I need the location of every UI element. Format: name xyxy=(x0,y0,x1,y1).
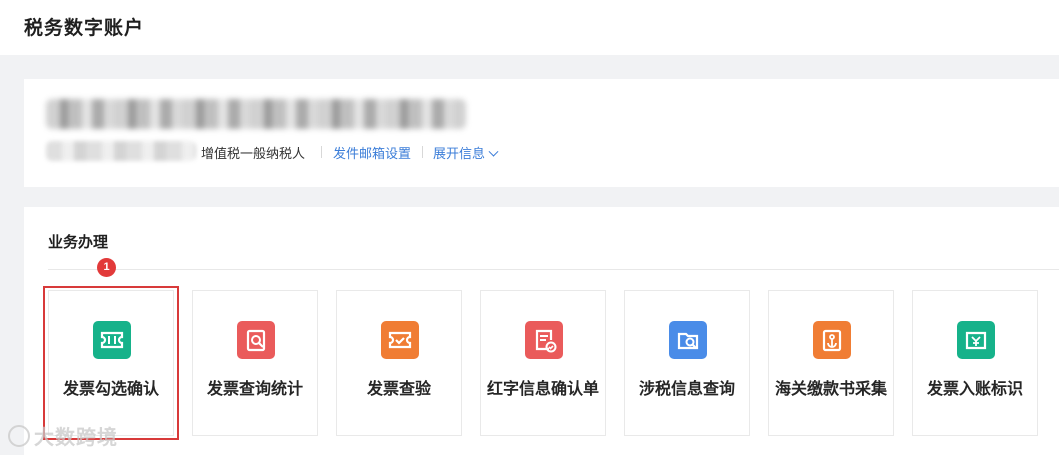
tile-label: 发票查验 xyxy=(366,381,431,398)
tile-label: 发票入账标识 xyxy=(926,381,1023,398)
tile-red-info-confirmation[interactable]: 红字信息确认单 xyxy=(480,290,606,436)
expand-info-link[interactable]: 展开信息 xyxy=(433,143,499,162)
blurred-tax-id xyxy=(46,141,196,161)
blurred-company-name xyxy=(46,99,466,129)
watermark-logo-icon xyxy=(8,425,30,447)
section-divider xyxy=(48,269,1059,270)
tile-label: 发票勾选确认 xyxy=(62,381,159,398)
tile-label: 发票查询统计 xyxy=(206,381,303,398)
tile-label: 涉税信息查询 xyxy=(638,381,735,398)
chevron-down-icon xyxy=(488,146,499,157)
divider xyxy=(321,146,322,158)
folder-search-icon xyxy=(669,321,707,359)
tile-label: 海关缴款书采集 xyxy=(775,381,888,398)
divider xyxy=(422,146,423,158)
tile-invoice-verification[interactable]: 发票查验 xyxy=(336,290,462,436)
account-info-card: 增值税一般纳税人 发件邮箱设置 展开信息 xyxy=(24,79,1059,187)
email-settings-link[interactable]: 发件邮箱设置 xyxy=(333,143,411,162)
taxpayer-type-label: 增值税一般纳税人 xyxy=(201,146,306,161)
business-card: 业务办理 1 发票勾选确认 发票查询统计 发票查验 红字信息确认单 涉税信息查询 xyxy=(24,207,1059,455)
document-search-icon xyxy=(237,321,275,359)
document-check-icon xyxy=(525,321,563,359)
tile-customs-payment-collection[interactable]: 海关缴款书采集 xyxy=(768,290,894,436)
tile-invoice-accounting-mark[interactable]: 发票入账标识 xyxy=(912,290,1038,436)
page-title: 税务数字账户 xyxy=(24,18,145,39)
inbox-ticket-icon xyxy=(957,321,995,359)
tile-tax-info-query[interactable]: 涉税信息查询 xyxy=(624,290,750,436)
top-bar: 税务数字账户 xyxy=(0,0,1059,55)
tile-label: 红字信息确认单 xyxy=(487,381,600,398)
watermark-text: 大数跨境 xyxy=(34,427,118,449)
step-badge: 1 xyxy=(97,258,116,277)
expand-info-label: 展开信息 xyxy=(433,146,486,161)
watermark: 大数跨境 xyxy=(8,421,118,450)
tile-invoice-query-stats[interactable]: 发票查询统计 xyxy=(192,290,318,436)
section-title: 业务办理 xyxy=(48,234,109,251)
ticket-icon xyxy=(93,321,131,359)
anchor-doc-icon xyxy=(813,321,851,359)
ticket-check-icon xyxy=(381,321,419,359)
tile-invoice-selection[interactable]: 发票勾选确认 xyxy=(48,290,174,436)
